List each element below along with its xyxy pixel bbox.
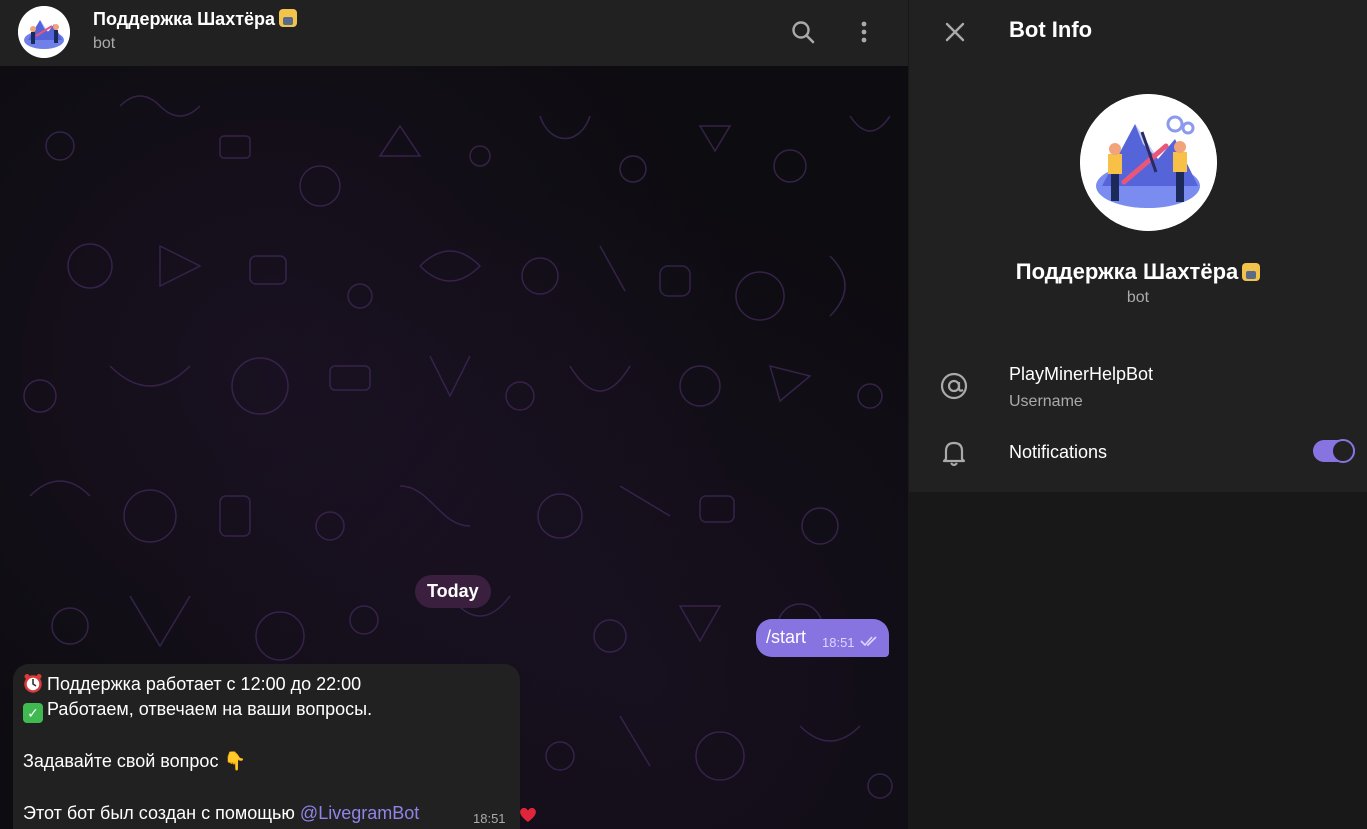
message-line-working: ✓ Работаем, отвечаем на ваши вопросы. xyxy=(23,699,372,723)
miner-avatar-icon xyxy=(18,6,70,58)
message-line-ask: Задавайте свой вопрос 👇 xyxy=(23,751,246,771)
alarm-clock-icon xyxy=(24,674,42,693)
heart-icon[interactable] xyxy=(518,805,538,825)
notifications-label: Notifications xyxy=(1009,442,1108,462)
message-line-working-text: Работаем, отвечаем на ваши вопросы. xyxy=(47,699,373,719)
double-check-icon xyxy=(860,636,877,647)
bot-info-card: Bot Info Поддержка Шахтёра bot PlayMiner… xyxy=(909,0,1367,492)
search-icon xyxy=(792,21,815,44)
livegram-bot-link[interactable]: @LivegramBot xyxy=(300,803,419,823)
panel-title: Bot Info xyxy=(1009,17,1093,42)
check-mark-icon: ✓ xyxy=(23,703,43,723)
message-credit-text: Этот бот был создан с помощью xyxy=(23,803,300,823)
chat-area: Поддержка Шахтёра bot Today /start 18:51 xyxy=(0,0,908,829)
close-icon xyxy=(945,22,965,42)
bot-name: Поддержка Шахтёра xyxy=(909,259,1367,285)
notifications-toggle[interactable] xyxy=(1313,439,1355,463)
chat-title-text: Поддержка Шахтёра xyxy=(93,9,276,29)
chat-subtitle: bot xyxy=(93,35,116,52)
miner-emoji-icon xyxy=(1242,263,1261,281)
outgoing-message-time: 18:51 xyxy=(822,635,855,650)
incoming-message[interactable]: Поддержка работает с 12:00 до 22:00 ✓ Раб… xyxy=(13,664,520,829)
search-button[interactable] xyxy=(785,14,821,50)
more-options-button[interactable] xyxy=(846,14,882,50)
bot-subtitle: bot xyxy=(1126,289,1150,306)
more-vertical-icon xyxy=(861,21,867,43)
bot-avatar-large[interactable] xyxy=(1080,94,1217,231)
bot-name-text: Поддержка Шахтёра xyxy=(1015,259,1239,284)
date-separator: Today xyxy=(415,575,491,608)
miner-emoji-icon xyxy=(279,9,298,27)
username-label: Username xyxy=(1009,393,1083,410)
incoming-message-time: 18:51 xyxy=(473,811,506,826)
bot-info-panel: Bot Info Поддержка Шахтёра bot PlayMiner… xyxy=(909,0,1367,829)
chat-header: Поддержка Шахтёра bot xyxy=(0,0,908,66)
message-line-credit: Этот бот был создан с помощью @LivegramB… xyxy=(23,803,419,824)
at-icon xyxy=(940,372,968,400)
username-value: PlayMinerHelpBot xyxy=(1009,364,1154,384)
bell-icon xyxy=(942,441,966,467)
toggle-knob xyxy=(1331,439,1355,463)
message-line-hours: Поддержка работает с 12:00 до 22:00 xyxy=(23,673,361,695)
close-button[interactable] xyxy=(937,16,973,48)
miner-avatar-icon xyxy=(1080,94,1217,231)
chat-avatar[interactable] xyxy=(18,6,70,58)
chat-title[interactable]: Поддержка Шахтёра xyxy=(93,9,298,30)
outgoing-message-text: /start xyxy=(766,627,807,647)
message-line-hours-text: Поддержка работает с 12:00 до 22:00 xyxy=(47,674,362,694)
outgoing-message[interactable]: /start 18:51 xyxy=(756,619,889,657)
